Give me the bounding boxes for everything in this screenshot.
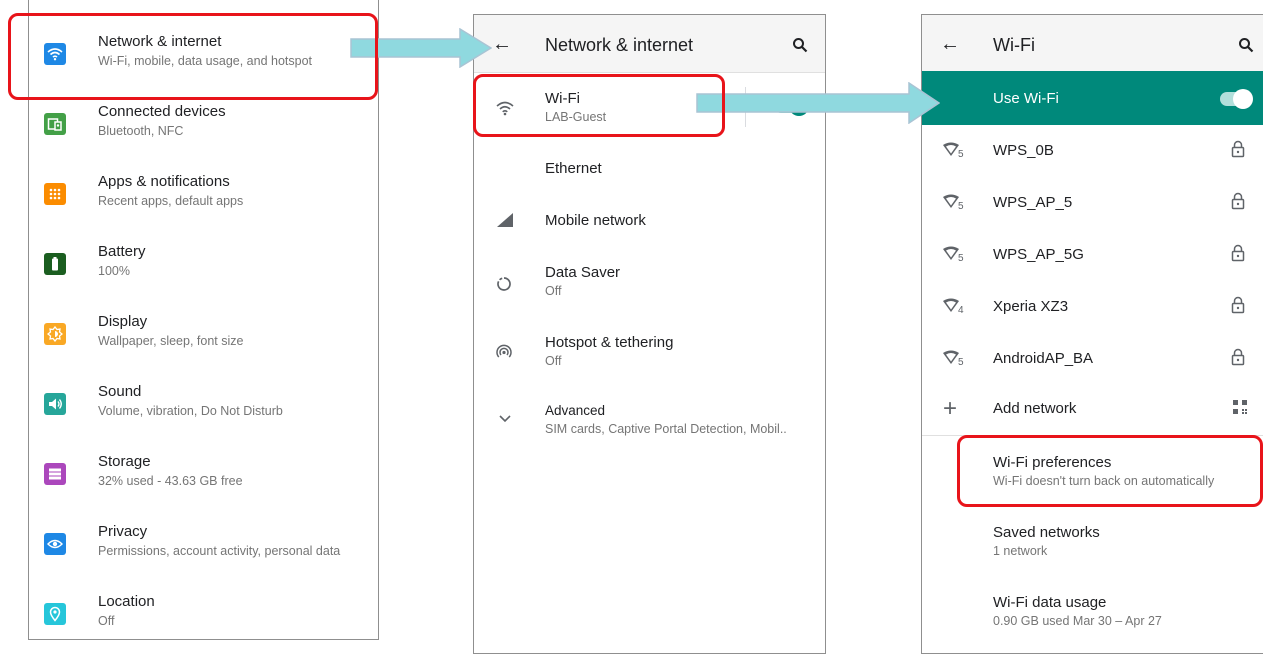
wifi-band-label: 5 — [958, 201, 964, 212]
saved-networks-subtitle: 1 network — [993, 544, 1048, 558]
wifi-panel: ← Wi-Fi Use Wi-Fi 5 WPS_0B 5 WPS_AP_5 5 WPS_A… — [921, 14, 1263, 654]
signal-icon — [496, 212, 514, 233]
hotspot-title: Hotspot & tethering — [545, 334, 674, 351]
use-wifi-bar[interactable]: Use Wi-Fi — [922, 71, 1263, 125]
volume-icon — [44, 393, 66, 415]
settings-item-subtitle: Bluetooth, NFC — [98, 124, 184, 138]
settings-item-title: Connected devices — [98, 103, 226, 120]
settings-item-subtitle: Wallpaper, sleep, font size — [98, 334, 244, 348]
settings-item-subtitle: 32% used - 43.63 GB free — [98, 474, 243, 488]
lock-icon — [1231, 296, 1245, 319]
wifi-band-label: 5 — [958, 253, 964, 264]
settings-item-title: Display — [98, 313, 148, 330]
chevron-down-icon — [498, 411, 512, 429]
settings-item-title: Sound — [98, 383, 142, 400]
brightness-icon — [44, 323, 66, 345]
hotspot-status: Off — [545, 354, 562, 368]
qr-code-icon[interactable] — [1232, 399, 1248, 420]
highlight-wifi — [473, 74, 725, 137]
wifi-data-usage-subtitle: 0.90 GB used Mar 30 – Apr 27 — [993, 614, 1162, 628]
wifi-band-label: 5 — [958, 357, 964, 368]
plus-icon: + — [943, 395, 958, 422]
wifi-network-name: WPS_0B — [993, 142, 1054, 159]
wifi-data-usage-title: Wi-Fi data usage — [993, 594, 1107, 611]
lock-icon — [1231, 348, 1245, 371]
settings-item-title: Privacy — [98, 523, 148, 540]
divider — [474, 72, 825, 73]
wifi-network-name: WPS_AP_5 — [993, 194, 1073, 211]
highlight-network-internet — [8, 13, 378, 100]
saved-networks-title: Saved networks — [993, 524, 1100, 541]
settings-item-title: Storage — [98, 453, 151, 470]
privacy-eye-icon — [44, 533, 66, 555]
settings-item-subtitle: Recent apps, default apps — [98, 194, 244, 208]
search-icon[interactable] — [1238, 37, 1254, 58]
page-title: Wi-Fi — [993, 35, 1035, 55]
wifi-network-name: WPS_AP_5G — [993, 246, 1084, 263]
settings-item-title: Battery — [98, 243, 146, 260]
wifi-band-label: 5 — [958, 149, 964, 160]
hotspot-icon — [496, 344, 512, 365]
page-title: Network & internet — [545, 35, 694, 55]
wifi-network-name: AndroidAP_BA — [993, 350, 1094, 367]
highlight-wifi-preferences — [957, 435, 1263, 507]
settings-item-subtitle: Volume, vibration, Do Not Disturb — [98, 404, 283, 418]
lock-icon — [1231, 140, 1245, 163]
add-network-label: Add network — [993, 400, 1077, 417]
search-icon[interactable] — [792, 37, 808, 58]
data-saver-status: Off — [545, 284, 562, 298]
connected-devices-icon — [44, 113, 66, 135]
location-pin-icon — [44, 603, 66, 625]
storage-icon — [44, 463, 66, 485]
use-wifi-toggle[interactable] — [1220, 89, 1253, 109]
app-bar — [922, 15, 1263, 71]
battery-icon — [44, 253, 66, 275]
settings-item-title: Location — [98, 593, 155, 610]
ethernet-title: Ethernet — [545, 160, 602, 177]
data-saver-title: Data Saver — [545, 264, 621, 281]
settings-item-subtitle: Permissions, account activity, personal … — [98, 544, 341, 558]
advanced-title: Advanced — [545, 403, 606, 418]
settings-item-subtitle: Off — [98, 614, 115, 628]
toggle-knob — [1233, 89, 1253, 109]
lock-icon — [1231, 244, 1245, 267]
advanced-subtitle: SIM cards, Captive Portal Detection, Mob… — [545, 422, 787, 436]
lock-icon — [1231, 192, 1245, 215]
back-arrow-icon[interactable]: ← — [492, 33, 512, 56]
back-arrow-icon[interactable]: ← — [940, 33, 960, 56]
mobile-network-title: Mobile network — [545, 212, 646, 229]
settings-item-subtitle: 100% — [98, 264, 130, 278]
wifi-network-name: Xperia XZ3 — [993, 298, 1069, 315]
apps-grid-icon — [44, 183, 66, 205]
data-saver-icon — [496, 276, 512, 297]
use-wifi-label: Use Wi-Fi — [993, 90, 1059, 107]
settings-item-title: Apps & notifications — [98, 173, 230, 190]
flow-arrow-2 — [696, 82, 940, 124]
wifi-band-label: 4 — [958, 305, 964, 316]
